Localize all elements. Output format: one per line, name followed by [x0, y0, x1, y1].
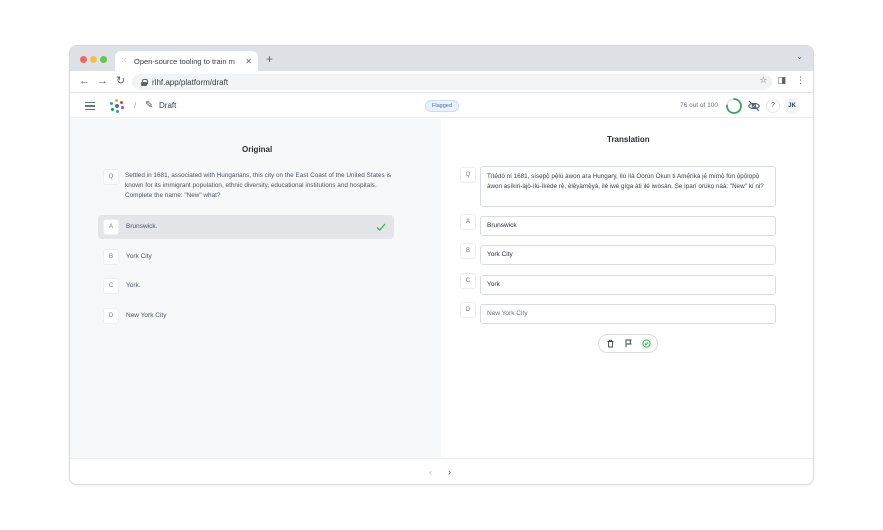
status-badge: Flagged — [425, 100, 459, 112]
option-label: York City — [126, 253, 152, 260]
url-field[interactable]: rlhf.app/platform/draft — [132, 74, 772, 90]
side-panel-icon[interactable]: ◨ — [777, 75, 786, 86]
eye-off-icon[interactable] — [747, 99, 761, 113]
minimize-window-button[interactable] — [90, 56, 97, 63]
breadcrumb-separator: / — [134, 101, 137, 110]
option-letter: A — [460, 214, 476, 230]
help-button[interactable]: ? — [766, 99, 780, 113]
original-option-c[interactable]: C York. — [98, 274, 394, 298]
original-option-b[interactable]: B York City — [98, 245, 394, 269]
logo-icon[interactable] — [110, 99, 124, 113]
option-label: New York City — [126, 312, 167, 319]
action-toolbar — [598, 334, 658, 353]
translation-option-field[interactable]: York — [480, 275, 776, 295]
option-letter: D — [103, 308, 119, 324]
app-header: / ✎ Draft Flagged 76 out of 100 ? JK — [70, 94, 813, 118]
option-letter: D — [460, 302, 476, 318]
prev-page-button[interactable]: ‹ — [429, 467, 432, 477]
translation-question-field[interactable]: Títẹ́dó ní 1681, sísẹpọ̀ pẹ̀lú àwọn ara … — [480, 166, 776, 207]
maximize-window-button[interactable] — [100, 56, 107, 63]
original-option-a[interactable]: A Brunswick. — [98, 215, 394, 239]
pencil-icon: ✎ — [145, 100, 154, 111]
forward-arrow-icon[interactable]: → — [97, 75, 108, 88]
option-label: York. — [126, 282, 141, 289]
approve-check-icon[interactable] — [640, 337, 652, 350]
browser-tab[interactable]: ⁙ Open-source tooling to train m ✕ — [115, 51, 258, 71]
tab-title: Open-source tooling to train m — [134, 56, 235, 66]
option-letter: C — [103, 278, 119, 294]
translation-option-field[interactable]: Brunswick — [480, 216, 776, 236]
question-letter: Q — [103, 169, 119, 185]
original-question: Settled in 1681, associated with Hungari… — [125, 172, 392, 199]
progress-ring — [726, 98, 742, 114]
option-letter: B — [460, 243, 476, 259]
tab-search-chevron-icon[interactable]: ⌄ — [796, 52, 803, 61]
browser-window: ⁙ Open-source tooling to train m ✕ + ⌄ ←… — [69, 45, 814, 485]
check-icon — [376, 223, 386, 231]
reload-icon[interactable]: ↻ — [116, 75, 125, 88]
hamburger-menu-icon[interactable] — [85, 102, 95, 110]
translation-panel: Translation Q Títẹ́dó ní 1681, sísẹpọ̀ p… — [441, 119, 813, 458]
option-label: Brunswick. — [126, 223, 158, 230]
kebab-menu-icon[interactable]: ⋮ — [796, 75, 805, 86]
progress-text: 76 out of 100 — [680, 102, 718, 109]
original-option-d[interactable]: D New York City — [98, 304, 394, 328]
tab-strip: ⁙ Open-source tooling to train m ✕ + ⌄ — [70, 46, 813, 71]
option-letter: C — [460, 273, 476, 289]
favicon-icon: ⁙ — [121, 56, 128, 65]
original-panel: Original Q Settled in 1681, associated w… — [70, 119, 441, 458]
option-letter: B — [103, 249, 119, 265]
page-title: Draft — [159, 101, 177, 110]
original-title: Original — [242, 145, 273, 154]
flag-icon[interactable] — [622, 338, 634, 350]
tab-close-icon[interactable]: ✕ — [245, 57, 252, 66]
bookmark-star-icon[interactable]: ☆ — [759, 75, 767, 86]
new-tab-button[interactable]: + — [266, 53, 273, 65]
url-text: rlhf.app/platform/draft — [152, 77, 229, 87]
next-page-button[interactable]: › — [448, 467, 451, 477]
avatar[interactable]: JK — [784, 98, 800, 114]
option-letter: A — [103, 219, 119, 235]
translation-option-field[interactable]: York City — [480, 245, 776, 265]
lock-icon — [141, 78, 148, 86]
back-arrow-icon[interactable]: ← — [79, 75, 90, 88]
pager-footer: ‹ › — [70, 458, 813, 484]
trash-icon[interactable] — [604, 338, 616, 350]
close-window-button[interactable] — [80, 56, 87, 63]
translation-title: Translation — [607, 135, 650, 144]
question-letter: Q — [460, 167, 476, 183]
translation-option-field[interactable]: New York City — [480, 304, 776, 324]
address-bar: ← → ↻ rlhf.app/platform/draft ☆ ◨ ⋮ — [70, 71, 813, 93]
